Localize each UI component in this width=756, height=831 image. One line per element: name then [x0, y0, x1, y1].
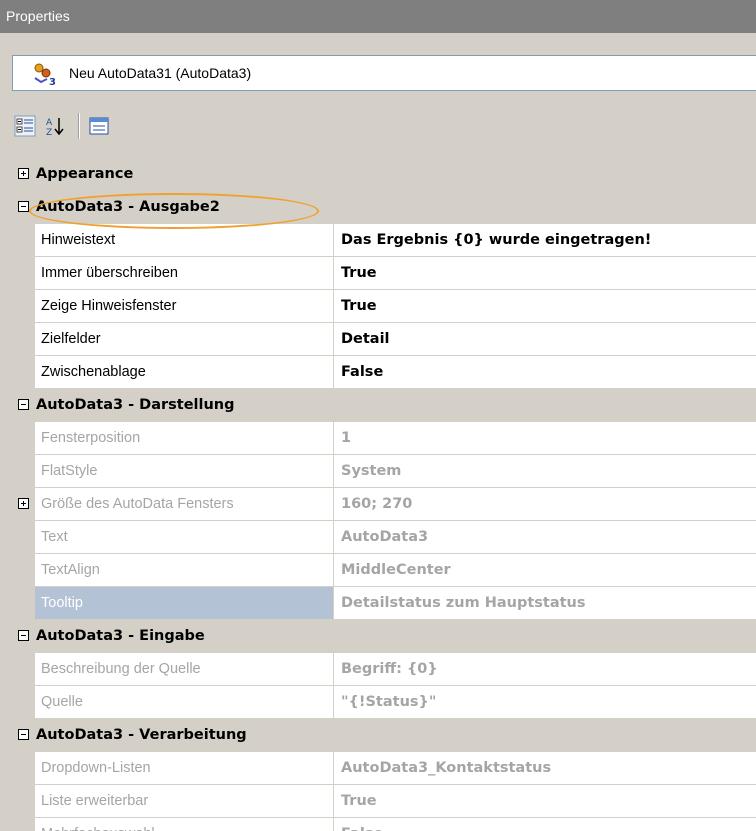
row-margin	[14, 521, 35, 554]
property-value[interactable]: 1	[334, 422, 756, 455]
property-name[interactable]: Fensterposition	[35, 422, 334, 455]
object-selector[interactable]: 3 Neu AutoData31 (AutoData3)	[12, 55, 756, 91]
category-row[interactable]: AutoData3 - Eingabe	[14, 620, 756, 653]
property-row[interactable]: Beschreibung der Quelle Begriff: {0}	[14, 653, 756, 686]
property-grid: Appearance AutoData3 - Ausgabe2 Hinweistex…	[14, 158, 756, 831]
collapse-icon[interactable]	[18, 201, 29, 212]
object-selector-text: Neu AutoData31 (AutoData3)	[69, 65, 252, 81]
property-name[interactable]: Immer überschreiben	[35, 257, 334, 290]
property-value[interactable]: AutoData3_Kontaktstatus	[334, 752, 756, 785]
row-margin	[14, 653, 35, 686]
property-value[interactable]: 160; 270	[334, 488, 756, 521]
property-row[interactable]: Tooltip Detailstatus zum Hauptstatus	[14, 587, 756, 620]
alphabetical-button[interactable]: A Z	[42, 113, 68, 139]
row-margin	[14, 224, 35, 257]
property-name[interactable]: FlatStyle	[35, 455, 334, 488]
row-margin	[14, 356, 35, 389]
category-label: AutoData3 - Darstellung	[36, 397, 235, 413]
alphabetical-sort-icon: A Z	[46, 118, 64, 137]
category-row[interactable]: Appearance	[14, 158, 756, 191]
property-name[interactable]: Dropdown-Listen	[35, 752, 334, 785]
row-margin	[14, 257, 35, 290]
property-row[interactable]: Zwischenablage False	[14, 356, 756, 389]
property-name[interactable]: Beschreibung der Quelle	[35, 653, 334, 686]
collapse-icon[interactable]	[18, 729, 29, 740]
property-row[interactable]: Quelle "{!Status}"	[14, 686, 756, 719]
autodata-object-icon: 3	[31, 60, 57, 88]
property-value[interactable]: True	[334, 257, 756, 290]
row-margin	[14, 290, 35, 323]
property-row[interactable]: TextAlign MiddleCenter	[14, 554, 756, 587]
property-row[interactable]: Größe des AutoData Fensters 160; 270	[14, 488, 756, 521]
categorized-icon	[14, 115, 36, 137]
property-value[interactable]: "{!Status}"	[334, 686, 756, 719]
category-label: AutoData3 - Verarbeitung	[36, 727, 247, 743]
category-label: Appearance	[36, 166, 134, 182]
property-toolbar: A Z	[12, 110, 212, 142]
property-name[interactable]: Mehrfachauswahl	[35, 818, 334, 831]
property-row[interactable]: Zeige Hinweisfenster True	[14, 290, 756, 323]
categorized-button[interactable]	[12, 113, 38, 139]
property-value[interactable]: Das Ergebnis {0} wurde eingetragen!	[334, 224, 756, 257]
property-row[interactable]: Hinweistext Das Ergebnis {0} wurde einget…	[14, 224, 756, 257]
collapse-icon[interactable]	[18, 399, 29, 410]
property-name[interactable]: Tooltip	[35, 587, 334, 620]
category-row[interactable]: AutoData3 - Ausgabe2	[14, 191, 756, 224]
row-margin	[14, 818, 35, 831]
row-margin	[14, 785, 35, 818]
property-row[interactable]: Text AutoData3	[14, 521, 756, 554]
property-name[interactable]: TextAlign	[35, 554, 334, 587]
property-value[interactable]: Detailstatus zum Hauptstatus	[334, 587, 756, 620]
svg-text:Z: Z	[46, 128, 52, 137]
row-margin	[14, 752, 35, 785]
svg-text:3: 3	[49, 77, 56, 86]
expand-icon[interactable]	[18, 498, 29, 509]
toolbar-separator	[78, 113, 80, 139]
property-value[interactable]: System	[334, 455, 756, 488]
property-row[interactable]: Zielfelder Detail	[14, 323, 756, 356]
property-name[interactable]: Text	[35, 521, 334, 554]
property-name[interactable]: Zielfelder	[35, 323, 334, 356]
property-row[interactable]: MehrfachauswahlFalse	[14, 818, 756, 831]
row-margin	[14, 587, 35, 620]
category-label: AutoData3 - Ausgabe2	[36, 199, 220, 215]
property-value[interactable]: Begriff: {0}	[334, 653, 756, 686]
row-margin	[14, 488, 35, 521]
property-value[interactable]: AutoData3	[334, 521, 756, 554]
property-row[interactable]: Fensterposition 1	[14, 422, 756, 455]
property-value[interactable]: Detail	[334, 323, 756, 356]
property-value[interactable]: MiddleCenter	[334, 554, 756, 587]
property-pages-button[interactable]	[86, 113, 112, 139]
row-margin	[14, 686, 35, 719]
property-row[interactable]: FlatStyle System	[14, 455, 756, 488]
collapse-icon[interactable]	[18, 630, 29, 641]
property-row[interactable]: Liste erweiterbar True	[14, 785, 756, 818]
row-margin	[14, 554, 35, 587]
category-label: AutoData3 - Eingabe	[36, 628, 205, 644]
property-row[interactable]: Immer überschreiben True	[14, 257, 756, 290]
category-row[interactable]: AutoData3 - Darstellung	[14, 389, 756, 422]
property-name[interactable]: Zeige Hinweisfenster	[35, 290, 334, 323]
row-margin	[14, 422, 35, 455]
property-value[interactable]: False	[334, 356, 756, 389]
property-value[interactable]: True	[334, 785, 756, 818]
property-name[interactable]: Zwischenablage	[35, 356, 334, 389]
property-value[interactable]: True	[334, 290, 756, 323]
property-name[interactable]: Liste erweiterbar	[35, 785, 334, 818]
property-row[interactable]: Dropdown-Listen AutoData3_Kontaktstatus	[14, 752, 756, 785]
row-margin	[14, 455, 35, 488]
property-name[interactable]: Quelle	[35, 686, 334, 719]
category-row[interactable]: AutoData3 - Verarbeitung	[14, 719, 756, 752]
property-name[interactable]: Größe des AutoData Fensters	[35, 488, 334, 521]
property-name[interactable]: Hinweistext	[35, 224, 334, 257]
window-title: Properties	[0, 0, 756, 33]
property-pages-icon	[89, 117, 109, 135]
svg-text:A: A	[46, 118, 53, 128]
row-margin	[14, 323, 35, 356]
property-value[interactable]: False	[334, 818, 756, 831]
expand-icon[interactable]	[18, 168, 29, 179]
